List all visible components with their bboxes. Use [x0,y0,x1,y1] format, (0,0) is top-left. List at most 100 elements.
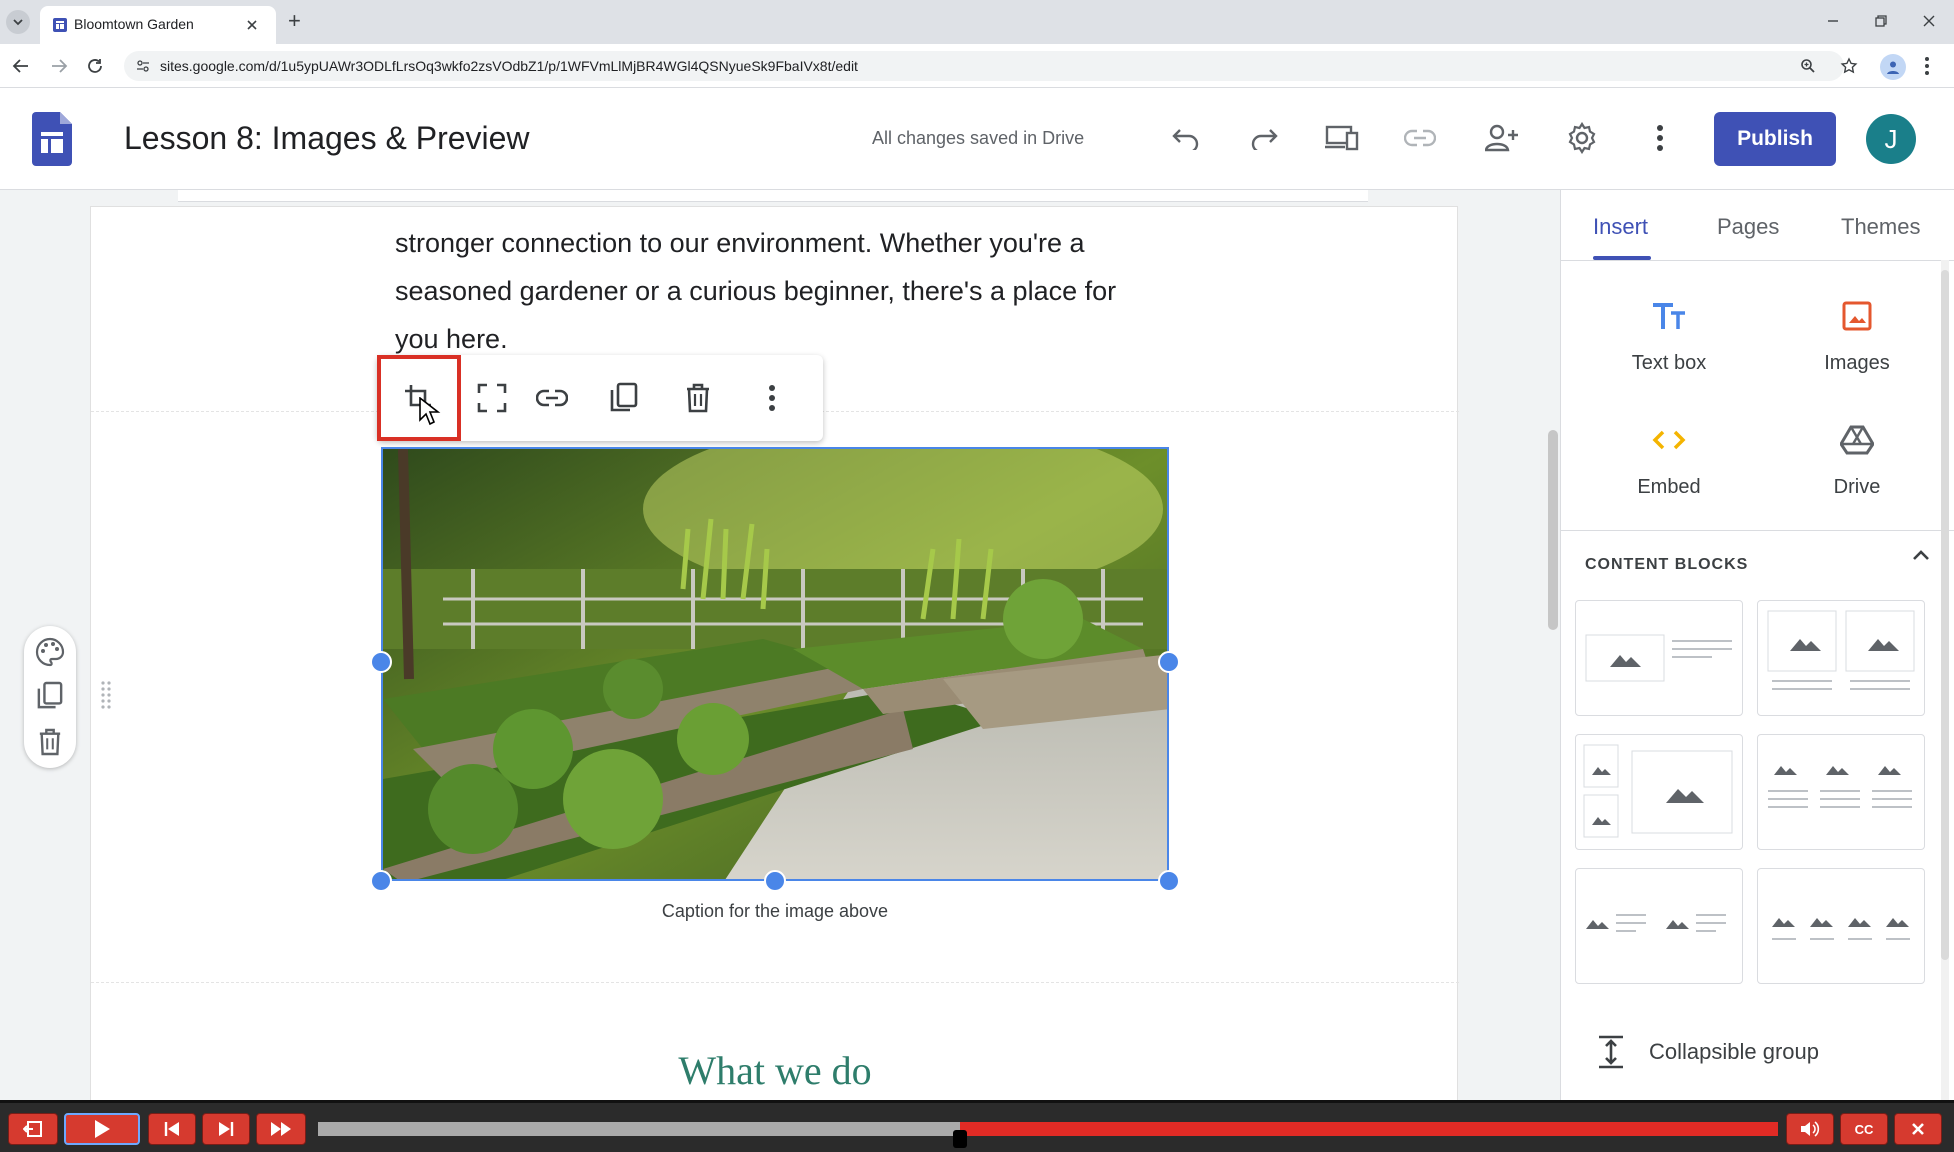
progress-remaining [960,1122,1778,1136]
resize-handle-bottom[interactable] [764,870,786,892]
insert-divider [1561,530,1954,531]
content-block-image-text[interactable] [1575,600,1743,716]
resize-handle-left[interactable] [370,651,392,673]
resize-handle-right[interactable] [1158,651,1180,673]
skip-next-icon [219,1122,234,1136]
section-background-button[interactable] [34,636,66,668]
close-window-icon[interactable] [1922,14,1936,28]
previous-button[interactable] [148,1113,196,1145]
ruler [178,190,1368,202]
layout-image-text-pairs-icon [1586,914,1726,932]
captions-button[interactable]: CC [1840,1113,1888,1145]
insert-drive[interactable]: Drive [1777,420,1937,520]
tab-insert[interactable]: Insert [1593,214,1648,240]
content-block-gallery[interactable] [1575,734,1743,850]
redo-button[interactable] [1244,118,1284,158]
address-bar: sites.google.com/d/1u5ypUAWr3ODLfLrsOq3w… [0,44,1954,88]
insert-text-box-label: Text box [1631,352,1707,374]
duplicate-section-button[interactable] [34,680,66,712]
text-box-icon [1653,303,1685,329]
fullscreen-button[interactable] [467,373,517,423]
insert-images[interactable]: Images [1777,296,1937,396]
settings-button[interactable] [1562,118,1602,158]
reload-icon[interactable] [86,57,104,75]
garden-image[interactable] [381,447,1169,881]
play-button[interactable] [64,1113,140,1145]
trash-icon [39,728,61,756]
sites-header: Lesson 8: Images & Preview All changes s… [0,88,1954,190]
zoom-icon[interactable] [1800,58,1816,74]
publish-button[interactable]: Publish [1714,112,1836,166]
volume-button[interactable] [1786,1113,1834,1145]
fast-forward-button[interactable] [256,1113,306,1145]
resize-handle-bottom-right[interactable] [1158,870,1180,892]
side-panel: Insert Pages Themes Text box Images Embe… [1560,190,1954,1100]
minimize-icon[interactable] [1826,14,1840,28]
tab-pages[interactable]: Pages [1717,214,1779,240]
close-tab-icon[interactable] [246,19,258,31]
progress-track[interactable] [318,1122,1778,1148]
layout-three-cards-icon [1768,766,1912,808]
section-rail [24,626,76,768]
chevron-up-icon[interactable] [1911,548,1931,562]
new-tab-button[interactable]: + [288,8,301,34]
undo-button[interactable] [1166,118,1206,158]
progress-fill [318,1122,960,1136]
content-block-four-images[interactable] [1757,868,1925,984]
more-options-button[interactable] [1640,118,1680,158]
body-text[interactable]: stronger connection to our environment. … [395,219,1155,363]
content-block-three-cards[interactable] [1757,734,1925,850]
more-vert-icon [769,385,775,411]
delete-image-button[interactable] [673,373,723,423]
chevron-down-icon [13,19,23,26]
copy-icon [37,681,63,709]
image-caption[interactable]: Caption for the image above [381,901,1169,922]
back-icon[interactable] [12,58,30,74]
delete-section-button[interactable] [34,726,66,758]
forward-icon[interactable] [50,58,68,74]
avatar[interactable]: J [1866,114,1916,164]
tab-themes[interactable]: Themes [1841,214,1920,240]
document-title[interactable]: Lesson 8: Images & Preview [124,120,530,157]
copy-icon [610,382,638,412]
collapsible-group-button[interactable]: Collapsible group [1597,1030,1819,1074]
palette-icon [35,637,65,667]
canvas-scrollbar[interactable] [1548,430,1558,630]
gear-icon [1568,122,1596,154]
insert-embed[interactable]: Embed [1589,420,1749,520]
url-text[interactable]: sites.google.com/d/1u5ypUAWr3ODLfLrsOq3w… [160,58,858,74]
fast-forward-icon [271,1122,291,1136]
close-player-button[interactable] [1894,1113,1942,1145]
content-block-image-text-pairs[interactable] [1575,868,1743,984]
collapsible-group-label: Collapsible group [1649,1039,1819,1064]
image-more-button[interactable] [747,373,797,423]
copy-link-button[interactable] [1400,118,1440,158]
section-heading[interactable]: What we do [381,1047,1169,1094]
share-button[interactable] [1482,118,1522,158]
omnibox[interactable]: sites.google.com/d/1u5ypUAWr3ODLfLrsOq3w… [124,51,1858,81]
next-button[interactable] [202,1113,250,1145]
insert-text-box[interactable]: Text box [1589,296,1749,396]
bookmark-star-icon[interactable] [1840,57,1858,75]
profile-button[interactable] [1880,54,1906,80]
tab-search-button[interactable] [6,10,30,34]
preview-button[interactable] [1322,118,1362,158]
drag-handle-icon[interactable] [100,680,112,710]
restore-icon[interactable] [1874,14,1888,28]
content-block-two-images[interactable] [1757,600,1925,716]
panel-scrollbar[interactable] [1941,270,1949,960]
browser-menu-icon[interactable] [1924,56,1930,76]
image-link-button[interactable] [527,373,577,423]
collapsible-group-icon [1599,1035,1623,1069]
image-toolbar [377,355,823,441]
resize-handle-bottom-left[interactable] [370,870,392,892]
editor-canvas: stronger connection to our environment. … [0,190,1560,1100]
browser-tab[interactable]: Bloomtown Garden [40,6,276,44]
site-info-icon[interactable] [136,59,150,73]
progress-knob[interactable] [953,1130,967,1148]
crop-button[interactable] [393,373,443,426]
preview-devices-icon [1325,125,1359,151]
google-sites-logo-icon[interactable] [32,112,72,166]
exit-button[interactable] [8,1113,58,1145]
duplicate-button[interactable] [599,373,649,423]
